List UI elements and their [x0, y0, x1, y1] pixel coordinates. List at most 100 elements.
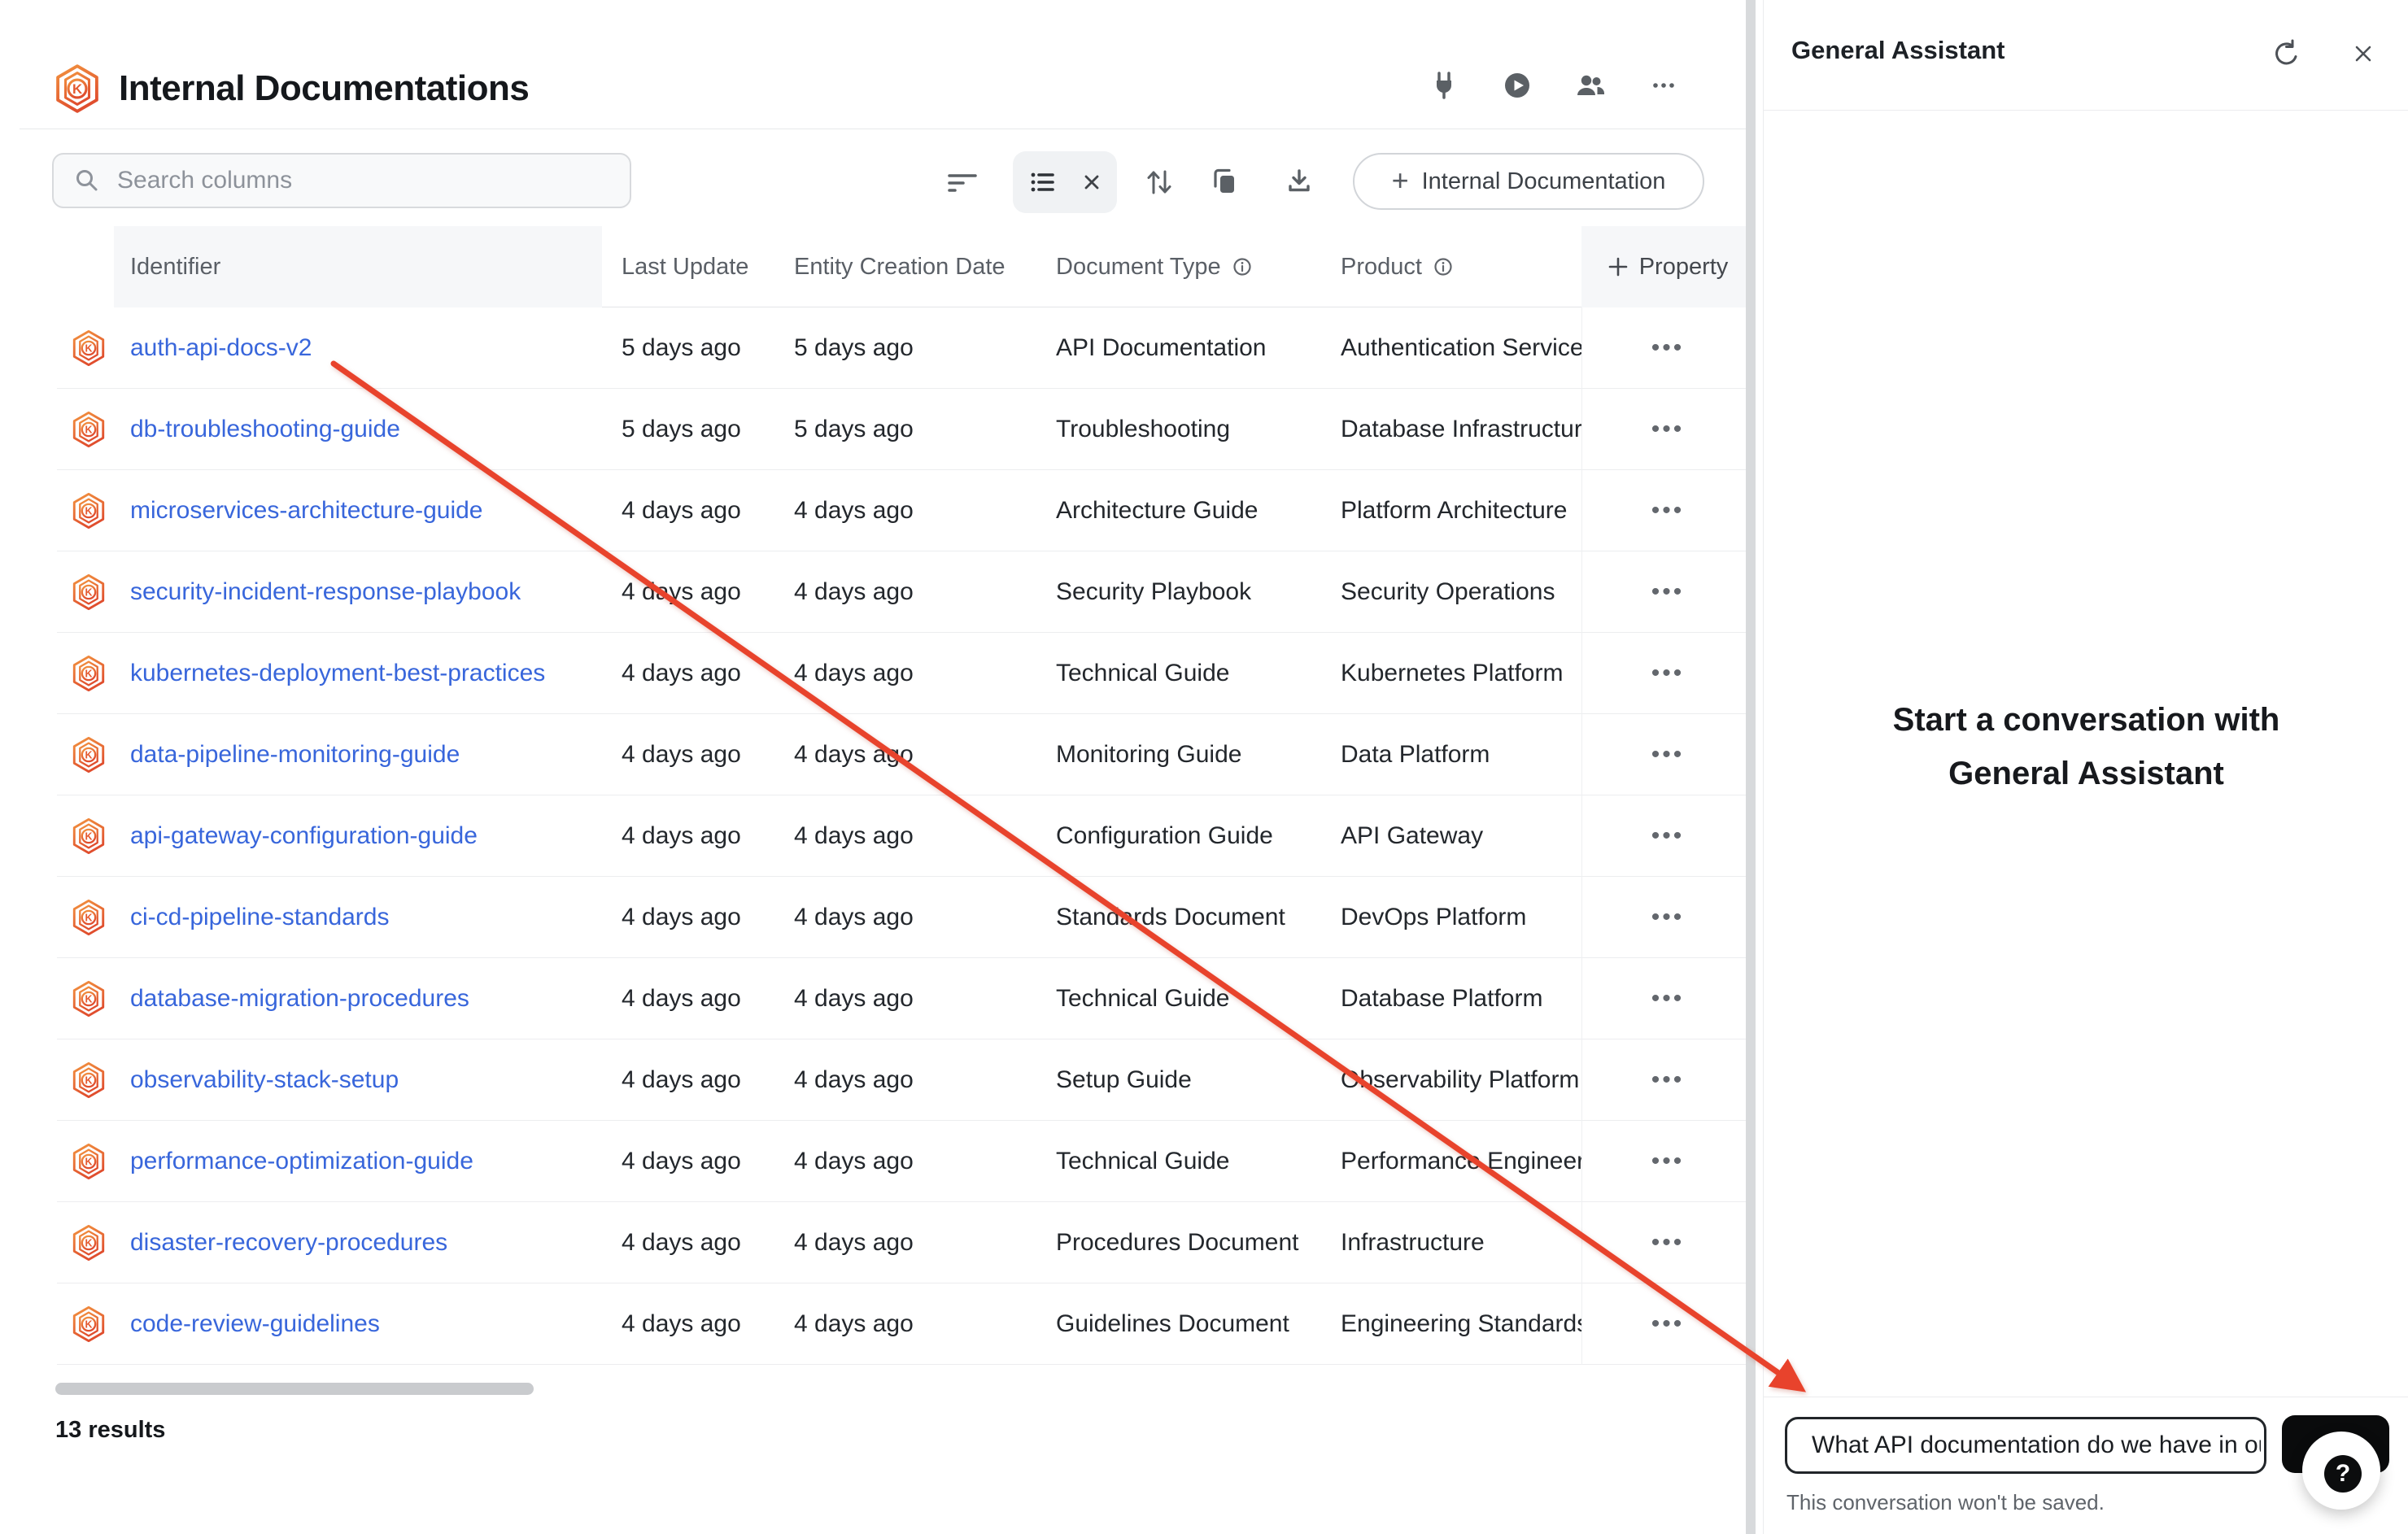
- last-update-cell: 5 days ago: [602, 334, 774, 362]
- identifier-cell: api-gateway-configuration-guide: [114, 822, 602, 850]
- row-more-icon[interactable]: •••: [1643, 661, 1693, 686]
- identifier-link[interactable]: api-gateway-configuration-guide: [130, 822, 478, 849]
- column-header-document-type[interactable]: Document Type: [1036, 254, 1321, 281]
- entity-creation-cell: 5 days ago: [774, 416, 1036, 443]
- property-cell: •••: [1581, 307, 1753, 389]
- table-row: microservices-architecture-guide 4 days …: [57, 470, 1753, 551]
- play-circle-icon[interactable]: [1501, 69, 1533, 102]
- column-header-last-update[interactable]: Last Update: [602, 254, 774, 281]
- table-row: data-pipeline-monitoring-guide 4 days ag…: [57, 714, 1753, 795]
- row-more-icon[interactable]: •••: [1643, 905, 1693, 930]
- horizontal-scrollbar[interactable]: [55, 1383, 534, 1395]
- identifier-cell: performance-optimization-guide: [114, 1148, 602, 1175]
- entity-creation-cell: 4 days ago: [774, 1310, 1036, 1338]
- row-more-icon[interactable]: •••: [1643, 580, 1693, 604]
- row-asset-icon: [57, 1224, 114, 1262]
- plug-icon[interactable]: [1428, 69, 1460, 102]
- header-actions: [1428, 69, 1680, 102]
- document-type-cell: Security Playbook: [1036, 578, 1321, 606]
- close-panel-icon[interactable]: [2350, 41, 2376, 67]
- download-icon[interactable]: [1283, 166, 1315, 198]
- add-internal-documentation-button[interactable]: + Internal Documentation: [1353, 153, 1704, 210]
- table-row: auth-api-docs-v2 5 days ago 5 days ago A…: [57, 307, 1753, 389]
- property-cell: •••: [1581, 795, 1753, 877]
- row-more-icon[interactable]: •••: [1643, 987, 1693, 1011]
- app: Internal Documentations: [0, 0, 2408, 1534]
- panel-divider-scrollbar[interactable]: [1746, 0, 1756, 1534]
- row-more-icon[interactable]: •••: [1643, 417, 1693, 442]
- identifier-cell: microservices-architecture-guide: [114, 497, 602, 525]
- clear-view-icon[interactable]: [1080, 170, 1104, 194]
- table-header-row: Identifier Last Update Entity Creation D…: [57, 226, 1753, 307]
- property-cell: •••: [1581, 389, 1753, 470]
- last-update-cell: 4 days ago: [602, 822, 774, 850]
- column-header-identifier[interactable]: Identifier: [114, 226, 602, 307]
- conversation-disclaimer: This conversation won't be saved.: [1786, 1490, 2105, 1515]
- reset-conversation-icon[interactable]: [2269, 39, 2298, 68]
- panel-header-divider: [1764, 110, 2408, 111]
- row-more-icon[interactable]: •••: [1643, 1149, 1693, 1174]
- identifier-link[interactable]: performance-optimization-guide: [130, 1148, 473, 1174]
- filter-icon[interactable]: [938, 158, 987, 207]
- entity-creation-cell: 4 days ago: [774, 1229, 1036, 1257]
- row-more-icon[interactable]: •••: [1643, 1068, 1693, 1092]
- row-asset-icon: [57, 980, 114, 1018]
- row-more-icon[interactable]: •••: [1643, 1312, 1693, 1336]
- last-update-cell: 4 days ago: [602, 1229, 774, 1257]
- list-view-icon[interactable]: [1026, 166, 1058, 198]
- document-type-cell: Monitoring Guide: [1036, 741, 1321, 769]
- entity-creation-cell: 4 days ago: [774, 497, 1036, 525]
- row-asset-icon: [57, 492, 114, 529]
- identifier-link[interactable]: security-incident-response-playbook: [130, 578, 521, 605]
- property-cell: •••: [1581, 877, 1753, 958]
- copy-icon[interactable]: [1209, 166, 1241, 198]
- row-more-icon[interactable]: •••: [1643, 336, 1693, 360]
- identifier-link[interactable]: kubernetes-deployment-best-practices: [130, 660, 545, 686]
- empty-state-message: Start a conversation with General Assist…: [1764, 693, 2408, 800]
- product-cell: Infrastructure: [1321, 1229, 1581, 1257]
- document-type-cell: API Documentation: [1036, 334, 1321, 362]
- row-more-icon[interactable]: •••: [1643, 824, 1693, 848]
- last-update-cell: 4 days ago: [602, 1310, 774, 1338]
- add-property-button[interactable]: Property: [1581, 226, 1753, 307]
- document-type-cell: Architecture Guide: [1036, 497, 1321, 525]
- more-options-icon[interactable]: [1647, 69, 1680, 102]
- assistant-message-input[interactable]: [1785, 1417, 2266, 1474]
- row-asset-icon: [57, 1305, 114, 1343]
- plus-icon: [1607, 255, 1629, 278]
- identifier-link[interactable]: ci-cd-pipeline-standards: [130, 904, 390, 930]
- identifier-link[interactable]: microservices-architecture-guide: [130, 497, 482, 524]
- users-icon[interactable]: [1574, 69, 1607, 102]
- row-more-icon[interactable]: •••: [1643, 743, 1693, 767]
- documents-table: Identifier Last Update Entity Creation D…: [57, 226, 1753, 1365]
- last-update-cell: 4 days ago: [602, 660, 774, 687]
- property-cell: •••: [1581, 1202, 1753, 1283]
- identifier-cell: observability-stack-setup: [114, 1066, 602, 1094]
- last-update-cell: 4 days ago: [602, 578, 774, 606]
- help-button[interactable]: ?: [2302, 1432, 2380, 1510]
- identifier-link[interactable]: auth-api-docs-v2: [130, 334, 312, 361]
- row-asset-icon: [57, 329, 114, 367]
- column-header-entity-creation[interactable]: Entity Creation Date: [774, 254, 1036, 281]
- identifier-link[interactable]: database-migration-procedures: [130, 985, 469, 1012]
- product-cell: Kubernetes Platform: [1321, 660, 1581, 687]
- row-more-icon[interactable]: •••: [1643, 499, 1693, 523]
- column-header-product[interactable]: Product: [1321, 254, 1581, 281]
- identifier-link[interactable]: code-review-guidelines: [130, 1310, 380, 1337]
- property-cell: •••: [1581, 1121, 1753, 1202]
- entity-creation-cell: 4 days ago: [774, 578, 1036, 606]
- search-box[interactable]: [52, 153, 631, 208]
- document-type-cell: Configuration Guide: [1036, 822, 1321, 850]
- identifier-link[interactable]: disaster-recovery-procedures: [130, 1229, 447, 1256]
- table-row: database-migration-procedures 4 days ago…: [57, 958, 1753, 1039]
- identifier-link[interactable]: data-pipeline-monitoring-guide: [130, 741, 460, 768]
- row-more-icon[interactable]: •••: [1643, 1231, 1693, 1255]
- property-cell: •••: [1581, 470, 1753, 551]
- product-cell: API Gateway: [1321, 822, 1581, 850]
- row-asset-icon: [57, 736, 114, 774]
- sort-icon[interactable]: [1141, 164, 1177, 200]
- table-row: disaster-recovery-procedures 4 days ago …: [57, 1202, 1753, 1283]
- identifier-link[interactable]: db-troubleshooting-guide: [130, 416, 400, 442]
- search-input[interactable]: [116, 166, 604, 195]
- identifier-link[interactable]: observability-stack-setup: [130, 1066, 399, 1093]
